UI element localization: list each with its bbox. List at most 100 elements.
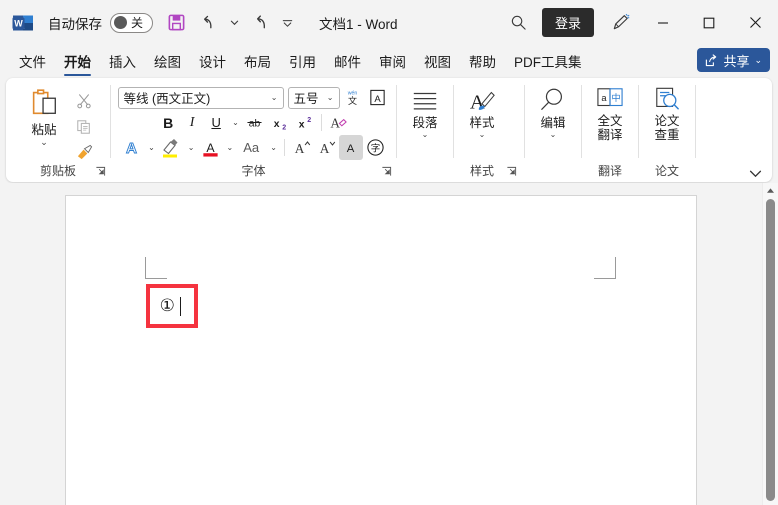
font-color-icon[interactable]: A [198,135,223,160]
undo-dropdown-icon[interactable] [224,9,244,37]
paste-label: 粘贴 [31,123,57,137]
editing-caret-icon[interactable]: ⌄ [550,130,557,139]
tab-design[interactable]: 设计 [190,48,235,78]
font-row3-separator [283,139,285,156]
pen-icon[interactable] [600,8,640,38]
search-icon[interactable] [502,8,536,38]
ribbon-group-thesis: 论文 查重 论文 [639,78,695,182]
font-dialog-launcher-icon[interactable] [381,166,393,178]
maximize-icon[interactable] [686,0,732,45]
share-button[interactable]: 共享 ⌄ [697,48,770,72]
ribbon: 粘贴 ⌄ 剪贴板 等线 (西文正文) ⌄ 五号 ⌄ wén 文 A B I U … [6,78,772,182]
paragraph-button[interactable]: 段落 ⌄ [397,78,453,139]
tab-file[interactable]: 文件 [10,48,55,78]
text-effects-dropdown-icon[interactable]: ⌄ [144,135,158,160]
scroll-up-icon[interactable] [763,183,778,198]
title-bar-right: 登录 [502,0,778,45]
share-caret-icon[interactable]: ⌄ [754,55,762,66]
save-icon[interactable] [162,9,191,37]
subscript-button[interactable]: x 2 [267,110,292,135]
font-name-value: 等线 (西文正文) [123,92,211,106]
share-icon [705,53,718,67]
margin-corner-marker-top-right [594,257,616,279]
styles-group-label: 样式 [469,164,494,178]
clear-formatting-icon[interactable]: A [326,110,351,135]
translate-group-label: 翻译 [597,164,622,178]
italic-button[interactable]: I [180,110,204,135]
scissors-icon[interactable] [70,88,98,113]
underline-button[interactable]: U [204,110,228,135]
autosave-toggle[interactable]: 关 [110,12,153,33]
qat-customize-icon[interactable] [277,9,297,37]
tab-help[interactable]: 帮助 [460,48,505,78]
thesis-group-label: 论文 [654,164,679,178]
enclose-character-icon[interactable]: 字 [363,135,388,160]
font-size-dropdown-icon[interactable]: ⌄ [324,93,337,102]
editing-label: 编辑 [540,116,566,130]
styles-caret-icon[interactable]: ⌄ [479,130,486,139]
ribbon-collapse-icon[interactable] [749,169,762,178]
title-bar: W 自动保存 关 文档1 - Word 登录 [0,0,778,45]
find-icon [538,86,568,114]
grow-font-icon[interactable]: A [289,135,314,160]
tab-mailings[interactable]: 邮件 [325,48,370,78]
change-case-dropdown-icon[interactable]: ⌄ [266,135,280,160]
paragraph-label: 段落 [412,116,438,130]
tab-insert[interactable]: 插入 [100,48,145,78]
text-highlight-icon[interactable] [158,135,184,160]
font-row-1: 等线 (西文正文) ⌄ 五号 ⌄ wén 文 A [117,85,390,110]
shrink-font-icon[interactable]: A [314,135,339,160]
clipboard-dialog-launcher-icon[interactable] [95,166,107,178]
thesis-label-line1: 论文 [654,114,680,128]
tab-draw[interactable]: 绘图 [145,48,190,78]
tab-layout[interactable]: 布局 [235,48,280,78]
document-area[interactable]: ① [0,183,778,505]
redo-icon[interactable] [246,9,275,37]
highlight-dropdown-icon[interactable]: ⌄ [184,135,198,160]
tab-home[interactable]: 开始 [55,48,100,78]
undo-icon[interactable] [193,9,222,37]
vertical-scroll-thumb[interactable] [766,199,775,501]
copy-icon[interactable] [70,114,98,139]
character-shading-icon[interactable]: A [338,135,363,160]
change-case-button[interactable]: Aa [236,135,266,160]
superscript-button[interactable]: x 2 [292,110,317,135]
plagiarism-check-button[interactable]: 论文 查重 [639,78,695,143]
close-icon[interactable] [732,0,778,45]
editing-button[interactable]: 编辑 ⌄ [525,78,581,139]
strikethrough-icon[interactable]: ab [242,110,267,135]
minimize-icon[interactable] [640,0,686,45]
paste-caret-icon[interactable]: ⌄ [40,138,48,147]
tab-view[interactable]: 视图 [415,48,460,78]
font-name-input[interactable]: 等线 (西文正文) ⌄ [117,86,284,109]
styles-button[interactable]: A 样式 ⌄ [454,78,510,139]
text-effects-icon[interactable]: A [119,135,144,160]
svg-text:A: A [295,141,305,156]
tab-pdf-toolkit[interactable]: PDF工具集 [505,48,591,78]
underline-dropdown-icon[interactable]: ⌄ [228,110,242,135]
tab-references[interactable]: 引用 [280,48,325,78]
clipboard-controls: 粘贴 ⌄ [18,84,98,165]
sign-in-button[interactable]: 登录 [541,8,594,37]
highlight-annotation-box: ① [146,284,198,328]
phonetic-guide-icon[interactable]: wén 文 [340,85,365,110]
paragraph-caret-icon[interactable]: ⌄ [422,130,429,139]
svg-text:字: 字 [371,142,381,154]
character-border-icon[interactable]: A [365,85,390,110]
word-logo-icon: W [12,12,34,34]
ribbon-group-clipboard: 粘贴 ⌄ 剪贴板 [6,78,110,182]
translate-button[interactable]: a 中 全文 翻译 [582,78,638,143]
font-color-dropdown-icon[interactable]: ⌄ [223,135,237,160]
font-name-dropdown-icon[interactable]: ⌄ [268,93,281,102]
svg-text:W: W [14,18,23,28]
ribbon-group-editing: 编辑 ⌄ [525,78,581,182]
font-size-input[interactable]: 五号 ⌄ [287,86,340,109]
styles-dialog-launcher-icon[interactable] [506,166,518,178]
document-page[interactable]: ① [65,195,697,505]
bold-button[interactable]: B [156,110,180,135]
vertical-scrollbar[interactable] [762,183,778,505]
svg-text:A: A [126,140,137,157]
tab-review[interactable]: 审阅 [370,48,415,78]
toggle-knob [114,16,127,29]
paste-button[interactable]: 粘贴 ⌄ [18,84,70,147]
